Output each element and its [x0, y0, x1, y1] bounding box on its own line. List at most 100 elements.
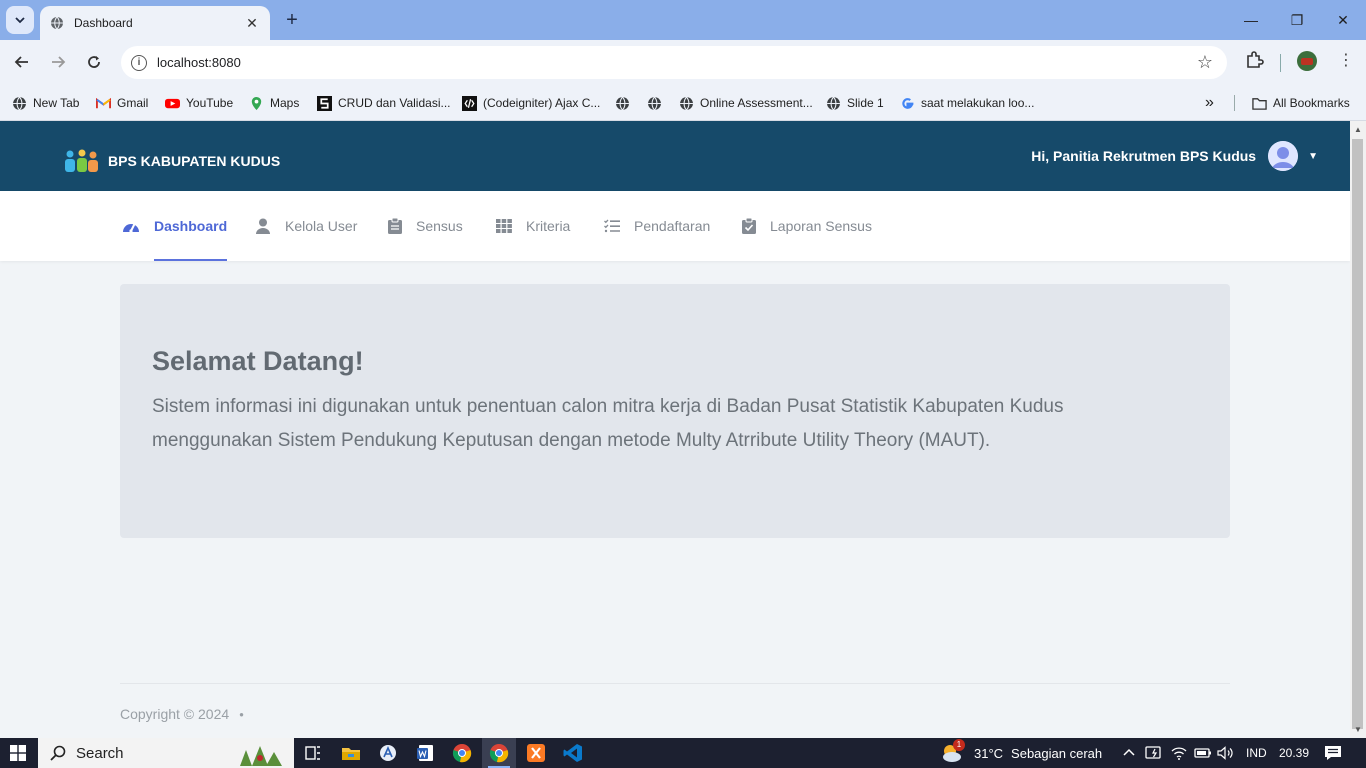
tray-device-icon[interactable] [1145, 738, 1163, 768]
weather-widget[interactable]: 1 31°C Sebagian cerah [940, 738, 1102, 768]
close-window-icon[interactable]: ✕ [1320, 0, 1366, 40]
browser-menu-icon[interactable]: ⋮ [1338, 50, 1354, 70]
maps-icon [251, 96, 262, 110]
scrollbar-thumb[interactable] [1352, 139, 1363, 729]
google-icon [902, 97, 914, 109]
task-view-icon[interactable] [302, 742, 324, 764]
bookmark-gmail[interactable]: Gmail [96, 93, 148, 113]
welcome-panel: Selamat Datang! Sistem informasi ini dig… [120, 284, 1230, 538]
clock-time[interactable]: 20.39 [1279, 738, 1309, 768]
weather-partly-sunny-icon: 1 [940, 739, 966, 765]
taskbar-search-label: Search [76, 744, 124, 762]
tab-title: Dashboard [74, 16, 133, 30]
menu-label: Dashboard [154, 218, 228, 234]
scroll-down-icon[interactable]: ▼ [1354, 725, 1362, 734]
new-tab-button[interactable]: + [282, 9, 302, 31]
top-header: BPS KABUPATEN KUDUS Hi, Panitia Rekrutme… [0, 121, 1350, 191]
show-hidden-icons-chevron-icon[interactable] [1122, 738, 1136, 768]
search-icon [50, 745, 66, 761]
address-url[interactable]: localhost:8080 [157, 55, 241, 70]
close-tab-icon[interactable]: ✕ [244, 15, 260, 32]
store-app-icon[interactable] [377, 742, 399, 764]
menu-label: Pendaftaran [634, 218, 711, 234]
globe-icon [827, 96, 840, 110]
menu-item-dashboard[interactable]: Dashboard [122, 191, 228, 261]
xampp-icon[interactable] [525, 742, 547, 764]
clipboard-check-icon [742, 218, 756, 234]
scroll-up-icon[interactable]: ▲ [1354, 125, 1362, 134]
youtube-icon [165, 98, 180, 108]
main-menu: Dashboard Kelola User Sensus Kriteria Pe… [0, 191, 1350, 261]
all-bookmarks-folder[interactable]: All Bookmarks [1252, 93, 1350, 113]
brand[interactable]: BPS KABUPATEN KUDUS [64, 148, 280, 174]
bookmark-maps[interactable]: Maps [249, 93, 299, 113]
address-bar[interactable]: i localhost:8080 ☆ [121, 46, 1227, 79]
menu-item-laporan-sensus[interactable]: Laporan Sensus [742, 191, 872, 261]
footer-dot-icon: ● [239, 709, 244, 719]
menu-label: Laporan Sensus [770, 218, 872, 234]
search-highlight-illustration-icon [240, 746, 282, 766]
copyright-text: Copyright © 2024 [120, 706, 230, 722]
profile-avatar[interactable] [1296, 50, 1318, 77]
bookmark-globe-2[interactable] [647, 93, 668, 113]
browser-tab-dashboard[interactable]: Dashboard ✕ [40, 6, 270, 40]
menu-label: Kelola User [285, 218, 358, 234]
weather-temp: 31°C [974, 745, 1004, 761]
reload-icon[interactable] [82, 50, 106, 74]
volume-icon[interactable] [1217, 738, 1235, 768]
chrome-active-app-icon[interactable] [482, 738, 516, 768]
user-greeting: Hi, Panitia Rekrutmen BPS Kudus [1031, 148, 1257, 164]
user-icon [255, 218, 271, 234]
site-icon [317, 95, 332, 111]
welcome-title: Selamat Datang! [152, 346, 364, 376]
globe-icon [680, 96, 693, 110]
bookmark-youtube[interactable]: YouTube [165, 93, 233, 113]
menu-item-pendaftaran[interactable]: Pendaftaran [604, 191, 710, 261]
caret-down-icon[interactable]: ▼ [1308, 151, 1318, 162]
menu-item-sensus[interactable]: Sensus [388, 191, 463, 261]
vscode-icon[interactable] [562, 742, 584, 764]
bookmarks-bar: New Tab Gmail YouTube Maps CRUD dan Vali… [0, 85, 1366, 121]
user-avatar-icon [1268, 141, 1299, 171]
user-avatar[interactable] [1268, 141, 1299, 171]
minimize-icon[interactable]: — [1228, 0, 1274, 40]
welcome-text: Sistem informasi ini digunakan untuk pen… [152, 396, 1064, 451]
file-explorer-icon[interactable] [340, 742, 362, 764]
tab-search-button[interactable] [6, 6, 34, 34]
people-group-icon [65, 149, 98, 172]
battery-icon[interactable] [1194, 738, 1212, 768]
bookmark-google-search[interactable]: saat melakukan loo... [900, 93, 1034, 113]
menu-item-kelola-user[interactable]: Kelola User [255, 191, 357, 261]
bookmark-globe-1[interactable] [615, 93, 636, 113]
forward-arrow-icon[interactable] [46, 50, 70, 74]
menu-label: Sensus [416, 218, 463, 234]
chrome-icon[interactable] [451, 742, 473, 764]
web-page: BPS KABUPATEN KUDUS Hi, Panitia Rekrutme… [0, 121, 1350, 738]
bookmark-star-icon[interactable]: ☆ [1197, 52, 1213, 73]
page-scrollbar[interactable]: ▲ ▼ [1350, 121, 1366, 738]
wifi-icon[interactable] [1171, 738, 1187, 768]
extensions-puzzle-icon[interactable] [1244, 50, 1264, 75]
restore-icon[interactable]: ❐ [1274, 0, 1320, 40]
globe-icon [616, 96, 629, 110]
bookmark-codeigniter[interactable]: (Codeigniter) Ajax C... [462, 93, 600, 113]
word-icon[interactable] [414, 742, 436, 764]
more-bookmarks-icon[interactable]: » [1205, 93, 1214, 113]
back-arrow-icon[interactable] [10, 50, 34, 74]
clipboard-icon [388, 218, 402, 234]
toolbar-divider [1280, 54, 1281, 72]
user-menu[interactable]: Hi, Panitia Rekrutmen BPS Kudus ▼ [1031, 141, 1318, 171]
bookmark-online-assessment[interactable]: Online Assessment... [679, 93, 813, 113]
taskbar-search-box[interactable]: Search [38, 738, 294, 768]
site-info-icon[interactable]: i [131, 54, 147, 71]
bookmark-crud[interactable]: CRUD dan Validasi... [317, 93, 451, 113]
browser-toolbar: i localhost:8080 ☆ ⋮ [0, 40, 1366, 85]
bookmark-slide-1[interactable]: Slide 1 [826, 93, 884, 113]
chevron-down-icon [15, 17, 25, 24]
globe-icon [648, 96, 661, 110]
notifications-icon[interactable] [1324, 738, 1342, 768]
input-language[interactable]: IND [1246, 738, 1267, 768]
windows-start-icon[interactable] [10, 745, 26, 761]
bookmark-new-tab[interactable]: New Tab [12, 93, 79, 113]
menu-item-kriteria[interactable]: Kriteria [496, 191, 570, 261]
